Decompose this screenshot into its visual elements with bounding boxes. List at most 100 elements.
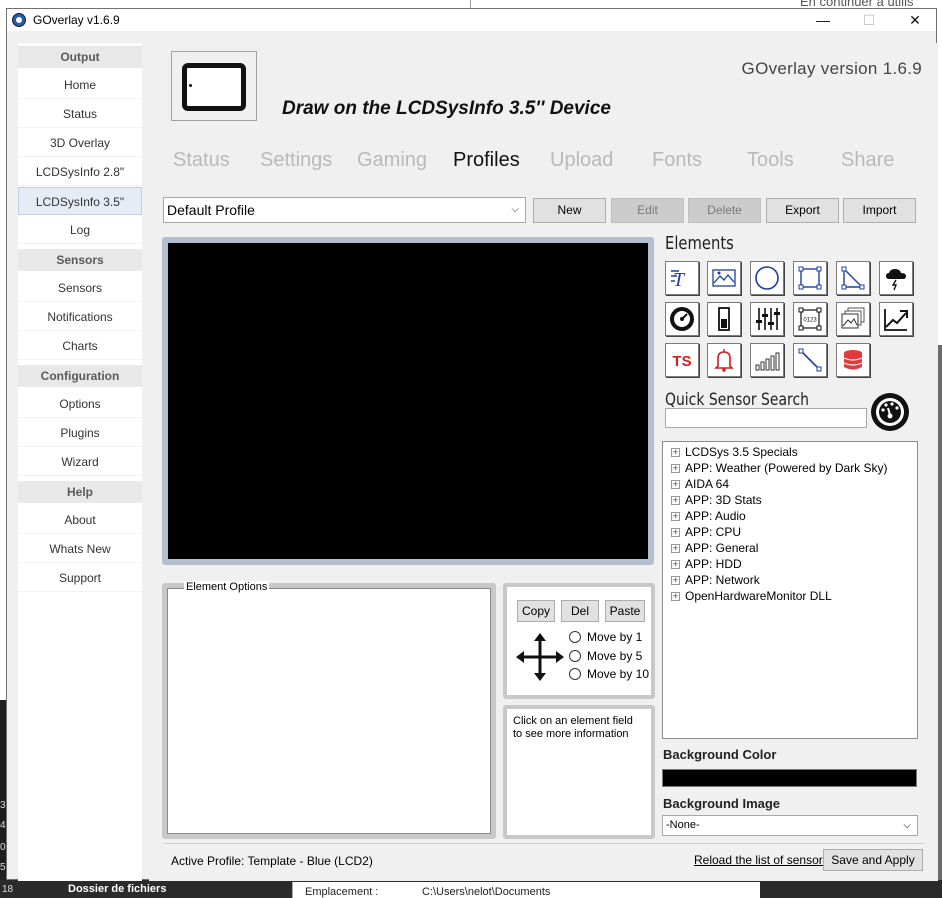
tree-item[interactable]: + OpenHardwareMonitor DLL: [671, 588, 832, 604]
tree-item[interactable]: + AIDA 64: [671, 476, 729, 492]
tab-profiles[interactable]: Profiles: [453, 149, 520, 172]
background-number: 3: [0, 800, 6, 811]
tree-item[interactable]: + LCDSys 3.5 Specials: [671, 444, 798, 460]
expand-icon[interactable]: +: [671, 496, 680, 505]
tree-item[interactable]: + APP: General: [671, 540, 758, 556]
minimize-button[interactable]: —: [800, 9, 846, 31]
move-arrows-icon[interactable]: [515, 632, 565, 682]
tab-upload[interactable]: Upload: [550, 149, 613, 172]
expand-icon[interactable]: +: [671, 512, 680, 521]
add-weather-button[interactable]: [879, 261, 913, 295]
timestamp-label: TS: [672, 353, 691, 370]
add-text-button[interactable]: T: [665, 261, 699, 295]
add-bar-button[interactable]: [707, 302, 741, 336]
tree-item[interactable]: + APP: Weather (Powered by Dark Sky): [671, 460, 888, 476]
expand-icon[interactable]: +: [671, 592, 680, 601]
import-profile-button[interactable]: Import: [843, 198, 916, 223]
add-rectangle-button[interactable]: [793, 261, 827, 295]
expand-icon[interactable]: +: [671, 448, 680, 457]
close-button[interactable]: ✕: [892, 9, 938, 31]
info-text: Click on an element field to see more in…: [507, 709, 651, 835]
sidebar-item-lcdsysinfo-28[interactable]: LCDSysInfo 2.8": [18, 158, 142, 186]
add-image-button[interactable]: [707, 261, 741, 295]
add-timestamp-button[interactable]: TS: [665, 343, 699, 377]
add-gauge-button[interactable]: [665, 302, 699, 336]
tab-settings[interactable]: Settings: [260, 149, 332, 172]
sensor-tree[interactable]: + LCDSys 3.5 Specials + APP: Weather (Powe…: [662, 441, 918, 739]
delete-element-button[interactable]: Del: [561, 600, 599, 622]
profile-dropdown[interactable]: Default Profile ⌵: [163, 197, 526, 223]
reload-sensors-link[interactable]: Reload the list of sensors: [694, 853, 829, 867]
tree-item-label: APP: Audio: [685, 509, 746, 523]
move-by-10-radio[interactable]: Move by 10: [569, 667, 649, 681]
add-picture-stack-button[interactable]: [836, 302, 870, 336]
add-level-bars-button[interactable]: [750, 343, 784, 377]
move-by-10-label: Move by 10: [587, 667, 650, 681]
bar-icon: [718, 307, 730, 331]
title-bar[interactable]: GOverlay v1.6.9 — ☐ ✕: [7, 9, 936, 31]
move-by-5-radio[interactable]: Move by 5: [569, 649, 642, 663]
tree-item[interactable]: + APP: Network: [671, 572, 760, 588]
quick-search-input[interactable]: [665, 408, 867, 428]
element-options-legend: Element Options: [184, 581, 270, 593]
tab-gaming[interactable]: Gaming: [357, 149, 427, 172]
expand-icon[interactable]: +: [671, 480, 680, 489]
save-and-apply-button[interactable]: Save and Apply: [823, 849, 923, 871]
add-database-button[interactable]: [836, 343, 870, 377]
speedometer-icon[interactable]: [871, 393, 909, 431]
paste-button[interactable]: Paste: [605, 600, 645, 622]
element-options-panel: Element Options: [167, 581, 491, 834]
tree-item-label: APP: CPU: [685, 525, 742, 539]
tree-item-label: APP: General: [685, 541, 759, 555]
sidebar-item-options[interactable]: Options: [18, 390, 142, 418]
add-line-button[interactable]: [793, 343, 827, 377]
edit-profile-button[interactable]: Edit: [611, 198, 684, 223]
move-panel-frame: Copy Del Paste Move by 1 Move by 5 Move …: [503, 583, 655, 699]
background-number: 18: [2, 884, 14, 895]
tab-fonts[interactable]: Fonts: [652, 149, 702, 172]
sidebar-item-notifications[interactable]: Notifications: [18, 303, 142, 331]
sidebar-item-charts[interactable]: Charts: [18, 332, 142, 360]
expand-icon[interactable]: +: [671, 528, 680, 537]
new-profile-button[interactable]: New: [533, 198, 606, 223]
copy-button[interactable]: Copy: [517, 600, 555, 622]
sidebar-item-status[interactable]: Status: [18, 100, 142, 128]
tree-item[interactable]: + APP: CPU: [671, 524, 741, 540]
sidebar-item-whats-new[interactable]: Whats New: [18, 535, 142, 563]
delete-profile-button[interactable]: Delete: [688, 198, 761, 223]
expand-icon[interactable]: +: [671, 464, 680, 473]
expand-icon[interactable]: +: [671, 560, 680, 569]
expand-icon[interactable]: +: [671, 576, 680, 585]
background-image-dropdown[interactable]: -None- ⌵: [662, 815, 918, 836]
triangle-icon: [841, 266, 865, 290]
tree-item[interactable]: + APP: 3D Stats: [671, 492, 762, 508]
sidebar-item-support[interactable]: Support: [18, 564, 142, 592]
move-by-1-radio[interactable]: Move by 1: [569, 630, 642, 644]
sidebar-item-lcdsysinfo-35[interactable]: LCDSysInfo 3.5": [18, 187, 142, 215]
tab-status[interactable]: Status: [173, 149, 230, 172]
add-digits-button[interactable]: 0123: [793, 302, 827, 336]
sidebar-item-plugins[interactable]: Plugins: [18, 419, 142, 447]
line-chart-icon: [884, 309, 908, 331]
sidebar-item-log[interactable]: Log: [18, 216, 142, 244]
background-color-swatch[interactable]: [662, 769, 917, 787]
main-panel: GOverlay version 1.6.9 Draw on the LCDSy…: [149, 43, 938, 881]
add-triangle-button[interactable]: [836, 261, 870, 295]
sidebar-item-sensors[interactable]: Sensors: [18, 274, 142, 302]
lcd-preview-canvas[interactable]: [168, 243, 648, 559]
tree-item[interactable]: + APP: HDD: [671, 556, 742, 572]
expand-icon[interactable]: +: [671, 544, 680, 553]
sidebar-item-wizard[interactable]: Wizard: [18, 448, 142, 476]
tab-tools[interactable]: Tools: [747, 149, 794, 172]
sidebar-item-home[interactable]: Home: [18, 71, 142, 99]
tab-share[interactable]: Share: [841, 149, 894, 172]
export-profile-button[interactable]: Export: [766, 198, 839, 223]
tree-item[interactable]: + APP: Audio: [671, 508, 746, 524]
add-circle-button[interactable]: [750, 261, 784, 295]
add-alarm-button[interactable]: [707, 343, 741, 377]
add-line-chart-button[interactable]: [879, 302, 913, 336]
add-sliders-button[interactable]: [750, 302, 784, 336]
sidebar-item-about[interactable]: About: [18, 506, 142, 534]
maximize-button[interactable]: ☐: [846, 9, 892, 31]
sidebar-item-3d-overlay[interactable]: 3D Overlay: [18, 129, 142, 157]
